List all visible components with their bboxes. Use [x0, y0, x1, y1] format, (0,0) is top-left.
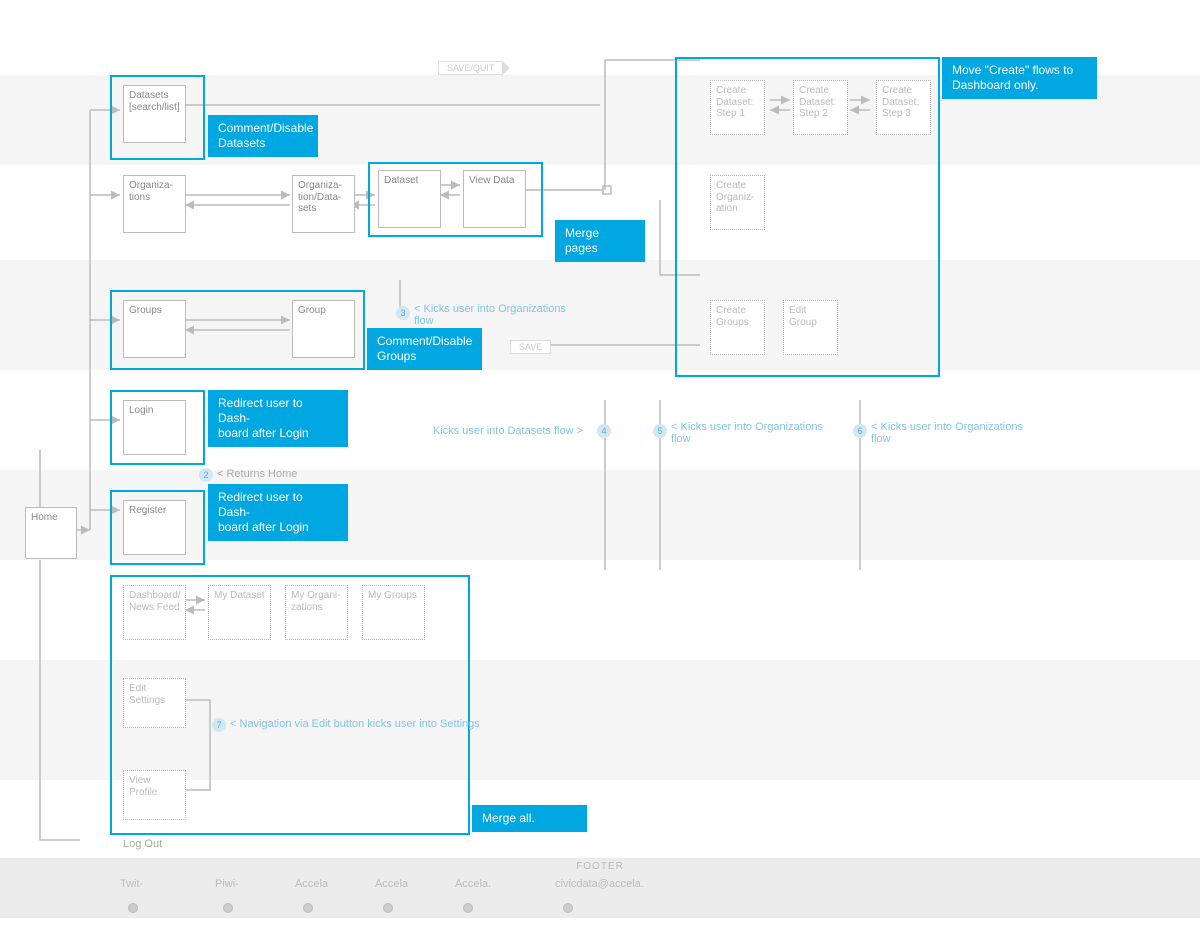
node-label: Group [298, 305, 326, 316]
node-home: Home [25, 507, 77, 559]
node-create-ds2: Create Dataset: Step 2 [793, 80, 848, 135]
footer-dot-icon [303, 903, 313, 913]
node-org-datasets: Organiza- tion/Data- sets [292, 175, 355, 233]
note-redirect-1: Redirect user to Dash- board after Login [208, 390, 348, 447]
node-label: Create Dataset: Step 2 [799, 85, 836, 119]
annot-kicks-ds: Kicks user into Datasets flow > [418, 425, 583, 437]
node-organizations: Organiza- tions [123, 175, 186, 233]
num-5: 5 [653, 424, 667, 438]
node-label: Create Groups [716, 305, 749, 328]
node-dashboard: Dashboard/ News Feed [123, 585, 186, 640]
node-label: Organiza- tions [129, 180, 173, 203]
node-label: My Groups [368, 590, 417, 601]
node-datasets: Datasets [search/list] [123, 85, 186, 143]
note-comment-datasets: Comment/Disable Datasets [208, 115, 318, 157]
footer-link-0: Twit- [120, 878, 143, 890]
footer-dot-icon [128, 903, 138, 913]
footer-link-4: Accela. [455, 878, 491, 890]
diagram-canvas: Home Datasets [search/list] Comment/Disa… [0, 0, 1200, 927]
note-merge-pages: Merge pages [555, 220, 645, 262]
node-create-groups: Create Groups [710, 300, 765, 355]
num-2: 2 [199, 468, 213, 482]
footer-link-5: civicdata@accela. [555, 878, 644, 890]
node-groups: Groups [123, 300, 186, 358]
node-edit-group: Edit Group [783, 300, 838, 355]
node-my-orgs: My Organi- zations [285, 585, 348, 640]
node-register: Register [123, 500, 186, 555]
node-dataset: Dataset [378, 170, 441, 228]
num-4: 4 [597, 424, 611, 438]
node-label: Dataset [384, 175, 418, 186]
note-comment-groups: Comment/Disable Groups [367, 328, 482, 370]
node-label: View Data [469, 175, 514, 186]
node-label: View Profile [129, 775, 157, 798]
node-create-ds1: Create Dataset: Step 1 [710, 80, 765, 135]
num-3: 3 [396, 306, 410, 320]
footer-title: FOOTER [0, 861, 1200, 872]
node-create-org: Create Organiz- ation [710, 175, 765, 230]
annot-kicks-org-3: < Kicks user into Organizations flow [871, 421, 1036, 445]
annot-nav-settings: < Navigation via Edit button kicks user … [230, 718, 510, 730]
footer-link-2: Accela [295, 878, 328, 890]
footer-link-3: Accela [375, 878, 408, 890]
node-login: Login [123, 400, 186, 455]
node-label: Groups [129, 305, 162, 316]
label-log-out: Log Out [123, 838, 162, 850]
annot-kicks-org-1: < Kicks user into Organizations flow [414, 303, 574, 327]
node-my-dataset: My Dataset [208, 585, 271, 640]
node-label: Edit Settings [129, 683, 165, 706]
node-label: Register [129, 505, 166, 516]
node-label: Login [129, 405, 153, 416]
tag-save: SAVE [510, 340, 551, 354]
node-label: My Dataset [214, 590, 265, 601]
note-move-create: Move "Create" flows to Dashboard only. [942, 57, 1097, 99]
annot-kicks-org-2: < Kicks user into Organizations flow [671, 421, 836, 445]
node-create-ds3: Create Dataset: Step 3 [876, 80, 931, 135]
node-edit-settings: Edit Settings [123, 678, 186, 728]
footer-dot-icon [223, 903, 233, 913]
footer-dot-icon [383, 903, 393, 913]
node-label: Home [31, 512, 58, 523]
node-label: Dashboard/ News Feed [129, 590, 181, 613]
node-view-data: View Data [463, 170, 526, 228]
footer-dot-icon [563, 903, 573, 913]
node-label: Create Dataset: Step 3 [882, 85, 919, 119]
note-merge-all: Merge all. [472, 805, 587, 832]
tag-save-quit: SAVE/QUIT [438, 61, 503, 75]
node-label: Create Organiz- ation [716, 180, 754, 214]
node-my-groups: My Groups [362, 585, 425, 640]
footer-dot-icon [463, 903, 473, 913]
num-7: 7 [212, 718, 226, 732]
num-6: 6 [853, 424, 867, 438]
footer-link-1: Piwi- [215, 878, 239, 890]
node-label: Edit Group [789, 305, 817, 328]
node-label: Organiza- tion/Data- sets [298, 180, 342, 214]
node-label: My Organi- zations [291, 590, 340, 613]
annot-returns-home: < Returns Home [217, 468, 297, 480]
footer: FOOTER Twit- Piwi- Accela Accela Accela.… [0, 858, 1200, 918]
node-view-profile: View Profile [123, 770, 186, 820]
note-redirect-2: Redirect user to Dash- board after Login [208, 484, 348, 541]
node-label: Create Dataset: Step 1 [716, 85, 753, 119]
node-group: Group [292, 300, 355, 358]
node-label: Datasets [search/list] [129, 90, 180, 113]
